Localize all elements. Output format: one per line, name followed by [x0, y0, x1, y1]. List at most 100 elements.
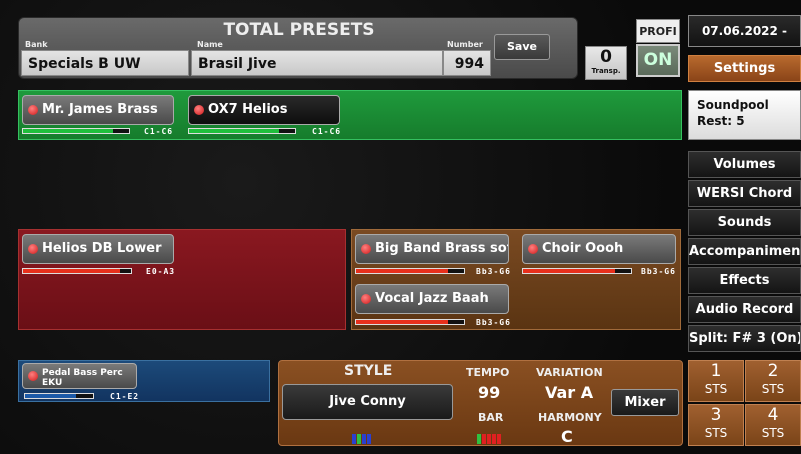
voice-lower1-label: Helios DB Lower	[42, 241, 162, 256]
voice-lower1-button[interactable]: Helios DB Lower	[22, 234, 174, 264]
level-fill	[356, 320, 448, 324]
name-label: Name	[197, 40, 223, 49]
soundpool-title: Soundpool	[697, 98, 769, 112]
menu-accompaniment[interactable]: Accompaniment	[688, 238, 801, 265]
save-button[interactable]: Save	[494, 34, 550, 60]
soundpool-button[interactable]: Soundpool Rest: 5	[688, 90, 801, 140]
level-bar-lower3[interactable]	[522, 268, 632, 274]
led-icon	[28, 371, 38, 381]
voice-upper1-button[interactable]: Mr. James Brass	[22, 95, 174, 125]
style-indicator-icon	[352, 429, 372, 448]
led-icon	[361, 294, 371, 304]
style-heading: STYLE	[344, 363, 393, 379]
range-lower4: Bb3-G6	[476, 318, 511, 327]
level-fill	[523, 269, 615, 273]
level-fill	[25, 394, 76, 398]
indicator-segment	[352, 434, 356, 444]
menu-wersi-chord[interactable]: WERSI Chord	[688, 180, 801, 207]
level-fill	[189, 129, 280, 133]
sts-number: 2	[767, 361, 779, 381]
range-lower3: Bb3-G6	[641, 267, 676, 276]
transpose-label: Transp.	[591, 67, 621, 75]
range-upper1: C1-C6	[144, 127, 174, 136]
voice-lower3-button[interactable]: Choir Oooh	[522, 234, 676, 264]
voice-lower4-label: Vocal Jazz Baah	[375, 291, 489, 306]
level-bar-lower4[interactable]	[355, 319, 465, 325]
voice-pedal-button[interactable]: Pedal Bass Perc EKU	[22, 363, 137, 389]
number-label: Number	[447, 40, 483, 49]
voice-pedal-label-1: Pedal Bass Perc	[42, 368, 123, 378]
variation-label: VARIATION	[536, 366, 603, 379]
menu-effects[interactable]: Effects	[688, 267, 801, 294]
led-icon	[28, 244, 38, 254]
sts-label: STS	[704, 382, 728, 396]
menu-sounds[interactable]: Sounds	[688, 209, 801, 236]
tempo-label: TEMPO	[466, 366, 510, 379]
indicator-segment	[482, 434, 486, 444]
sts-button-4[interactable]: 4 STS	[745, 404, 801, 446]
led-icon	[194, 105, 204, 115]
tempo-value[interactable]: 99	[478, 383, 500, 402]
sts-label: STS	[761, 426, 785, 440]
sts-number: 1	[710, 361, 722, 381]
profi-label: PROFI	[636, 19, 680, 43]
voice-upper1-label: Mr. James Brass	[42, 102, 158, 117]
voice-lower4-button[interactable]: Vocal Jazz Baah	[355, 284, 509, 314]
level-fill	[356, 269, 448, 273]
level-bar-upper2[interactable]	[188, 128, 296, 134]
indicator-segment	[357, 434, 361, 444]
indicator-segment	[487, 434, 491, 444]
indicator-segment	[367, 434, 371, 444]
sts-number: 4	[767, 405, 779, 425]
voice-lower2-label: Big Band Brass soft	[375, 241, 509, 256]
name-field[interactable]: Brasil Jive	[191, 50, 443, 76]
level-bar-lower2[interactable]	[355, 268, 465, 274]
harmony-label: HARMONY	[538, 411, 602, 424]
sts-label: STS	[761, 382, 785, 396]
range-pedal: C1-E2	[110, 392, 140, 401]
bank-label: Bank	[25, 40, 48, 49]
transpose-value: 0	[600, 47, 612, 67]
sts-label: STS	[704, 426, 728, 440]
voice-pedal-label-2: EKU	[42, 378, 63, 388]
transpose-display[interactable]: 0 Transp.	[585, 46, 627, 80]
indicator-segment	[497, 434, 501, 444]
indicator-segment	[477, 434, 481, 444]
voice-lower3-label: Choir Oooh	[542, 241, 624, 256]
profi-on-toggle[interactable]: ON	[636, 44, 680, 77]
led-icon	[28, 105, 38, 115]
soundpool-rest: Rest: 5	[697, 114, 745, 128]
bank-field[interactable]: Specials B UW	[21, 50, 189, 76]
bar-indicator-icon	[477, 429, 502, 448]
sts-button-2[interactable]: 2 STS	[745, 360, 801, 402]
level-fill	[23, 269, 121, 273]
voice-lower2-button[interactable]: Big Band Brass soft	[355, 234, 509, 264]
level-bar-lower1[interactable]	[22, 268, 132, 274]
menu-volumes[interactable]: Volumes	[688, 151, 801, 178]
voice-upper2-button[interactable]: OX7 Helios	[188, 95, 340, 125]
level-bar-pedal[interactable]	[24, 393, 94, 399]
led-icon	[361, 244, 371, 254]
mixer-button[interactable]: Mixer	[611, 389, 679, 416]
number-field[interactable]: 994	[443, 50, 491, 76]
indicator-segment	[362, 434, 366, 444]
date-time-display: 07.06.2022 - 10:31	[688, 15, 801, 68]
sts-button-3[interactable]: 3 STS	[688, 404, 744, 446]
sts-number: 3	[710, 405, 722, 425]
menu-audio-record[interactable]: Audio Record	[688, 296, 801, 323]
harmony-value[interactable]: C	[561, 427, 573, 446]
indicator-segment	[492, 434, 496, 444]
variation-value[interactable]: Var A	[545, 383, 593, 402]
sts-button-1[interactable]: 1 STS	[688, 360, 744, 402]
range-upper2: C1-C6	[312, 127, 342, 136]
level-fill	[23, 129, 114, 133]
range-lower2: Bb3-G6	[476, 267, 511, 276]
level-bar-upper1[interactable]	[22, 128, 130, 134]
style-select-button[interactable]: Jive Conny	[282, 384, 453, 420]
bar-label: BAR	[478, 411, 504, 424]
range-lower1: E0-A3	[146, 267, 176, 276]
led-icon	[528, 244, 538, 254]
settings-button[interactable]: Settings	[688, 55, 801, 82]
menu-split[interactable]: Split: F# 3 (On)	[688, 325, 801, 352]
voice-upper2-label: OX7 Helios	[208, 102, 288, 117]
